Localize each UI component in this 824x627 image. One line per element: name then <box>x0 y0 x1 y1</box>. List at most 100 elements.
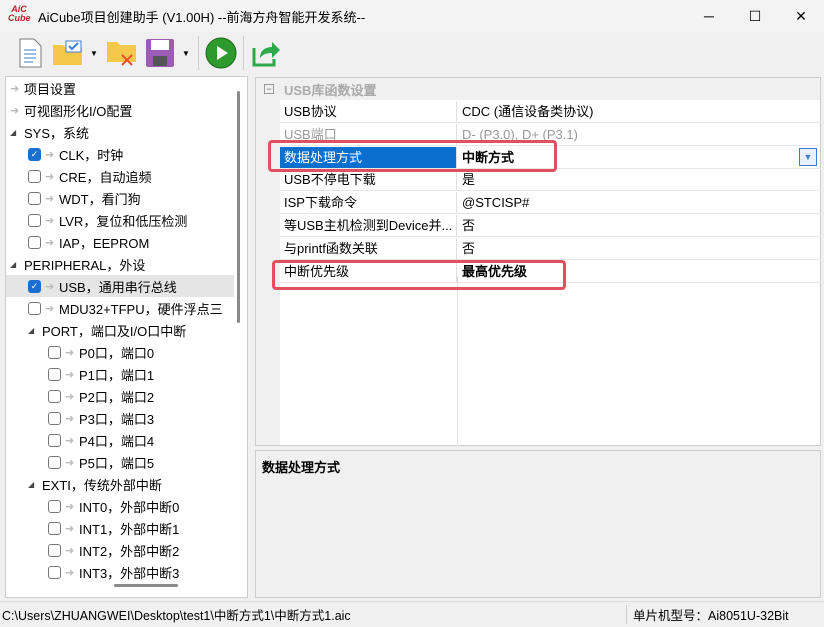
tree-item[interactable]: ➜ IAP，EEPROM <box>6 231 234 253</box>
category-header[interactable]: − USB库函数设置 <box>256 78 820 100</box>
checkbox[interactable] <box>28 301 41 315</box>
property-row[interactable]: USB协议 CDC (通信设备类协议) <box>280 101 821 123</box>
minimize-button[interactable]: ─ <box>686 0 732 32</box>
arrow-icon: ➜ <box>45 192 55 205</box>
status-path: C:\Users\ZHUANGWEI\Desktop\test1\中断方式1\中… <box>2 609 351 623</box>
tree-item[interactable]: ✓ ➜ USB，通用串行总线 <box>6 275 234 297</box>
new-file-button[interactable] <box>14 37 46 69</box>
checkbox[interactable] <box>48 345 61 359</box>
tree-item[interactable]: ➜ P1口，端口1 <box>6 363 234 385</box>
dropdown-button[interactable]: ▼ <box>799 147 817 166</box>
tree-item[interactable]: ➜ CRE，自动追频 <box>6 165 234 187</box>
category-label: USB库函数设置 <box>284 82 377 98</box>
tree-item-label: INT2，外部中断2 <box>79 543 180 559</box>
arrow-icon: ➜ <box>65 390 75 403</box>
expand-icon[interactable]: ◢ <box>28 480 42 489</box>
tree-item[interactable]: ➜ INT0，外部中断0 <box>6 495 234 517</box>
checkbox[interactable]: ✓ <box>28 279 41 293</box>
tree-item[interactable]: ➜ LVR，复位和低压检测 <box>6 209 234 231</box>
tree-item[interactable]: ➜ P3口，端口3 <box>6 407 234 429</box>
toolbar-separator <box>198 36 199 70</box>
property-row[interactable]: ISP下载命令 @STCISP# <box>280 192 821 215</box>
tree-horizontal-scrollbar[interactable] <box>114 584 178 587</box>
tree-item[interactable]: ➜ INT1，外部中断1 <box>6 517 234 539</box>
property-key: 等USB主机检测到Device并... <box>280 215 457 236</box>
tree-item-label: 可视图形化I/O配置 <box>24 103 133 119</box>
tree-item-label: SYS，系统 <box>24 125 90 141</box>
checkbox[interactable] <box>28 213 41 227</box>
tree-item[interactable]: ◢ PERIPHERAL，外设 <box>6 253 234 275</box>
save-dropdown-icon[interactable]: ▼ <box>182 49 192 58</box>
checkbox[interactable] <box>48 389 61 403</box>
tree-item[interactable]: ✓ ➜ CLK，时钟 <box>6 143 234 165</box>
property-row[interactable]: 与printf函数关联否 <box>280 237 821 260</box>
expand-icon[interactable]: ◢ <box>28 326 42 335</box>
arrow-icon: ➜ <box>10 82 20 95</box>
tree-item-label: LVR，复位和低压检测 <box>59 213 188 229</box>
property-value[interactable]: @STCISP# <box>457 192 821 213</box>
collapse-icon[interactable]: − <box>264 84 274 94</box>
tree-item[interactable]: ◢ EXTI，传统外部中断 <box>6 473 234 495</box>
tree-item[interactable]: ➜ 可视图形化I/O配置 <box>6 99 234 121</box>
tree-item[interactable]: ➜ P5口，端口5 <box>6 451 234 473</box>
tree-item[interactable]: ➜ INT3，外部中断3 <box>6 561 234 583</box>
tree-item[interactable]: ➜ INT2，外部中断2 <box>6 539 234 561</box>
checkbox[interactable] <box>28 235 41 249</box>
checkbox[interactable] <box>48 411 61 425</box>
expand-icon[interactable]: ◢ <box>10 128 24 137</box>
run-button[interactable] <box>205 37 237 69</box>
property-value[interactable]: 否 <box>457 238 821 259</box>
tree-item-label: INT0，外部中断0 <box>79 499 180 515</box>
tree-item-label: CRE，自动追频 <box>59 169 152 185</box>
checkbox[interactable] <box>48 433 61 447</box>
property-value[interactable]: 是 <box>457 169 821 190</box>
close-project-icon <box>107 42 136 66</box>
arrow-icon: ➜ <box>10 104 20 117</box>
checkbox[interactable] <box>28 191 41 205</box>
tree-item[interactable]: ➜ P4口，端口4 <box>6 429 234 451</box>
checkbox[interactable] <box>48 455 61 469</box>
checkbox[interactable]: ✓ <box>28 147 41 161</box>
project-tree[interactable]: ➜ INT3，外部中断3 ➜ INT2，外部中断2 ➜ INT1，外部中断1 ➜ INT0，外… <box>5 76 248 598</box>
maximize-button[interactable]: ☐ <box>732 0 778 32</box>
tree-item[interactable]: ➜ 项目设置 <box>6 77 234 99</box>
export-button[interactable] <box>250 37 282 69</box>
app-logo: AiC Cube <box>8 4 31 23</box>
property-key: 与printf函数关联 <box>280 237 457 259</box>
tree-item-label: INT1，外部中断1 <box>79 521 180 537</box>
expand-icon[interactable]: ◢ <box>10 260 24 269</box>
checkbox[interactable] <box>28 169 41 183</box>
tree-vertical-scrollbar[interactable] <box>237 91 240 323</box>
open-project-button[interactable] <box>52 37 84 69</box>
export-icon <box>252 42 280 67</box>
checkbox[interactable] <box>48 543 61 557</box>
checkbox[interactable] <box>48 367 61 381</box>
tree-item[interactable]: ➜ P0口，端口0 <box>6 341 234 363</box>
checkbox[interactable] <box>48 565 61 579</box>
checkbox[interactable] <box>48 521 61 535</box>
property-value[interactable]: 否 <box>457 215 821 236</box>
tree-item-label: 项目设置 <box>24 81 77 97</box>
arrow-icon: ➜ <box>45 148 55 161</box>
save-button[interactable] <box>144 37 176 69</box>
tree-item-label: CLK，时钟 <box>59 147 124 163</box>
property-row[interactable]: 等USB主机检测到Device并... 否 <box>280 215 821 237</box>
tree-item[interactable]: ◢ SYS，系统 <box>6 121 234 143</box>
checkbox[interactable] <box>48 499 61 513</box>
tree-item[interactable]: ➜ MDU32+TFPU，硬件浮点三 <box>6 297 234 319</box>
description-title: 数据处理方式 <box>262 460 341 475</box>
close-button[interactable]: ✕ <box>778 0 824 32</box>
arrow-icon: ➜ <box>45 302 55 315</box>
arrow-icon: ➜ <box>45 170 55 183</box>
open-dropdown-icon[interactable]: ▼ <box>90 49 100 58</box>
property-value[interactable]: CDC (通信设备类协议) <box>457 101 821 122</box>
property-row[interactable]: USB不停电下载是 <box>280 169 821 192</box>
arrow-icon: ➜ <box>65 368 75 381</box>
close-project-button[interactable] <box>106 37 138 69</box>
tree-item[interactable]: ➜ P2口，端口2 <box>6 385 234 407</box>
tree-item[interactable]: ◢ PORT，端口及I/O口中断 <box>6 319 234 341</box>
tree-item-label: USB，通用串行总线 <box>59 279 177 295</box>
arrow-icon: ➜ <box>45 214 55 227</box>
tree-item[interactable]: ➜ WDT，看门狗 <box>6 187 234 209</box>
property-key: USB协议 <box>280 101 457 122</box>
